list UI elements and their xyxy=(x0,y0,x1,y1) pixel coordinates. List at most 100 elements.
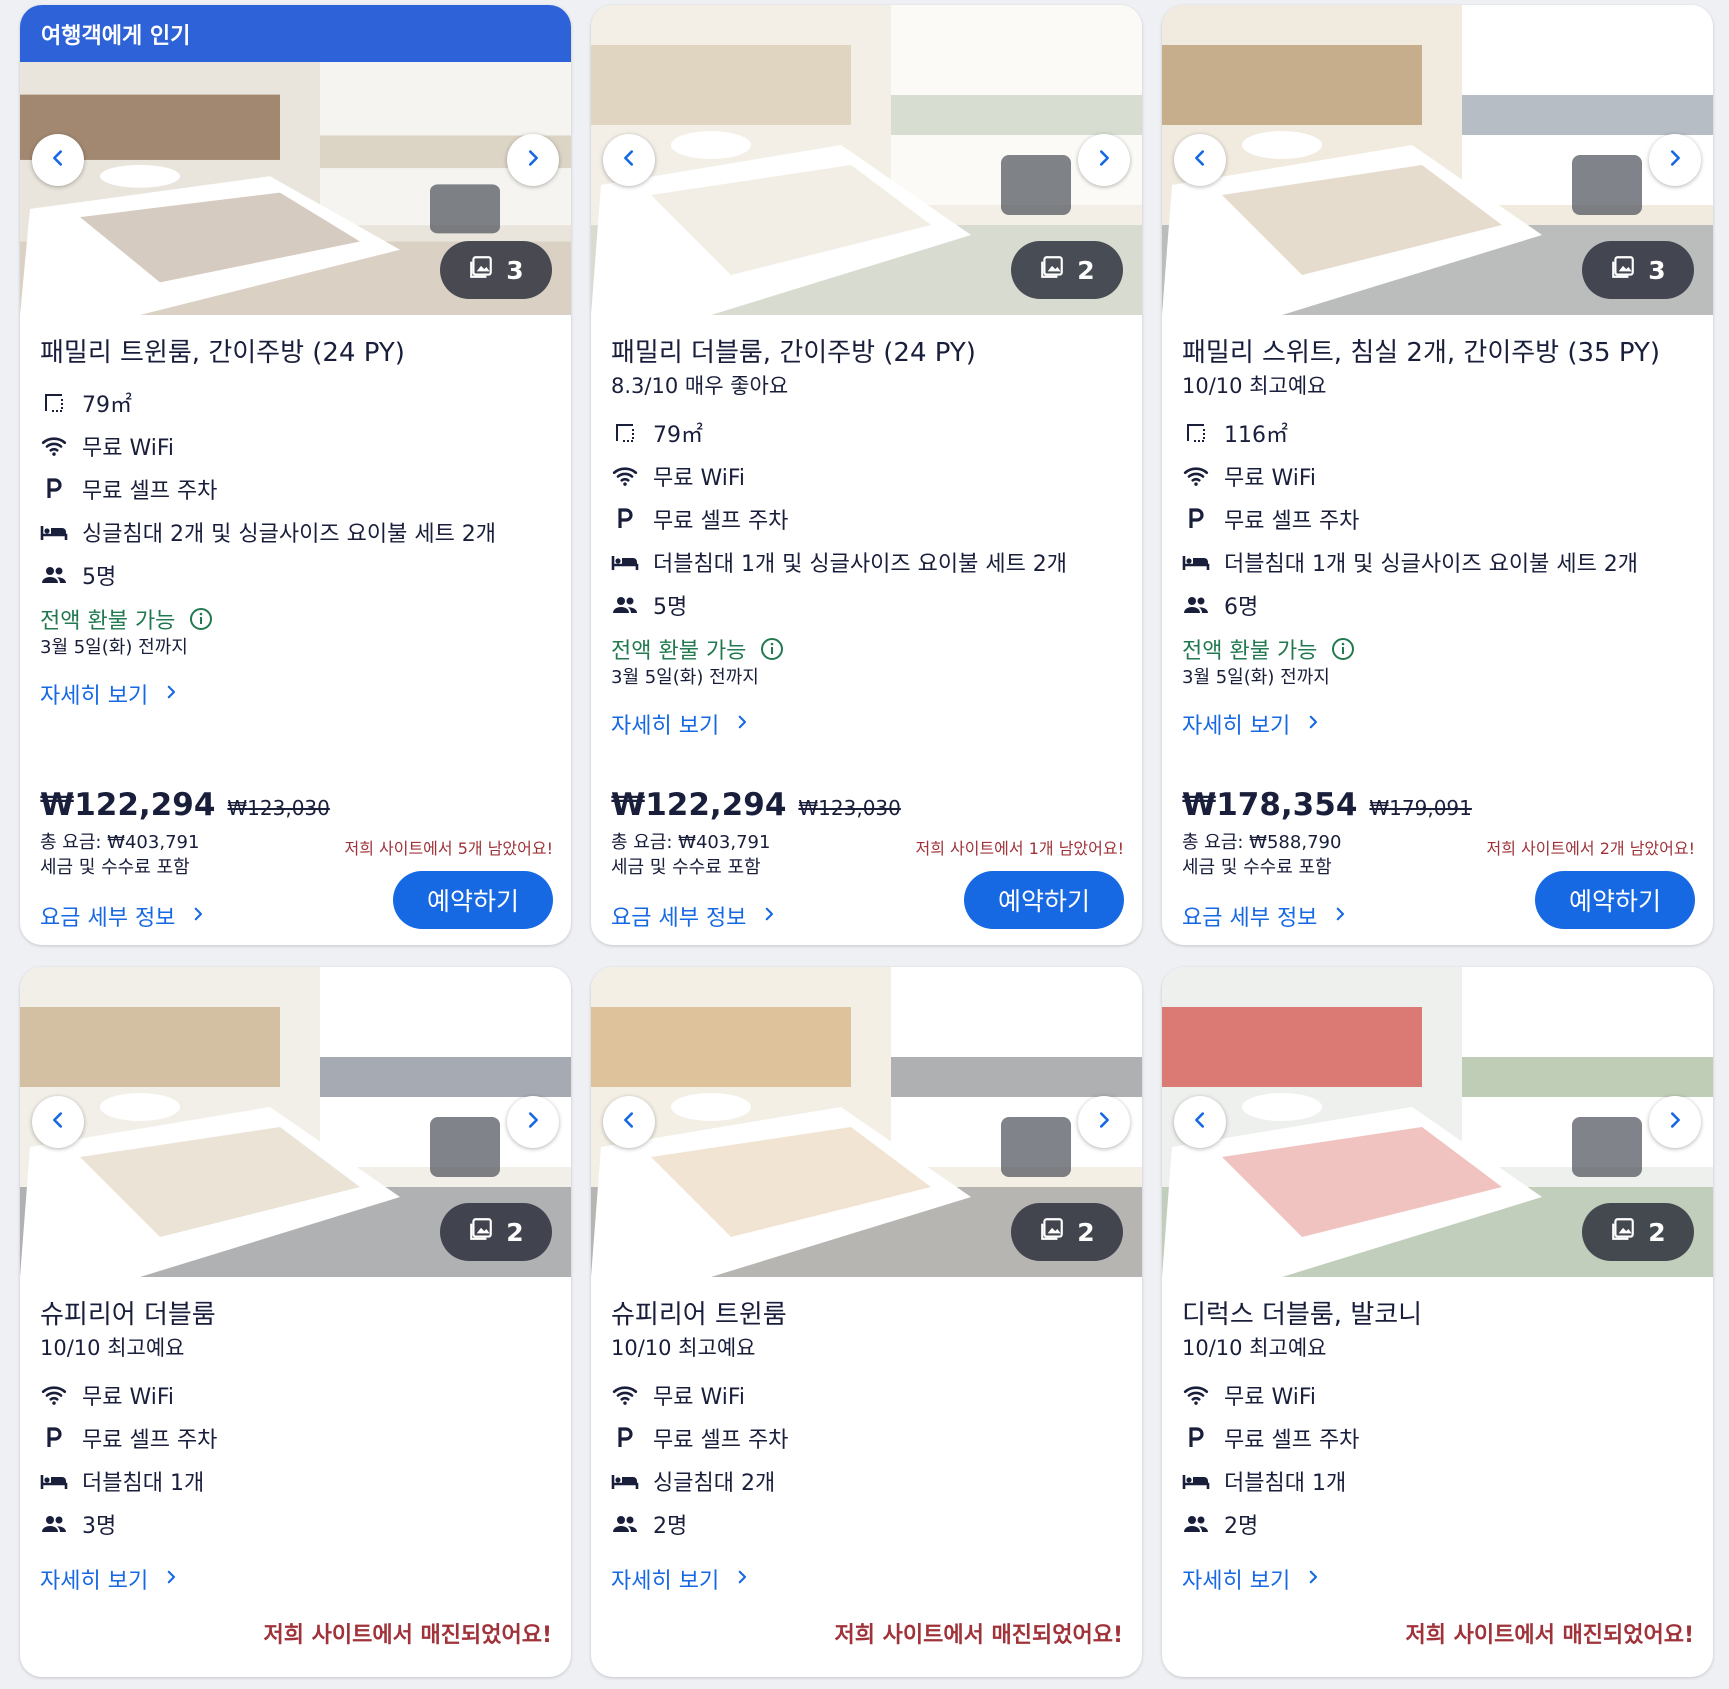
details-link-label: 자세히 보기 xyxy=(1182,714,1291,739)
info-icon[interactable] xyxy=(760,637,784,661)
reserve-button[interactable]: 예약하기 xyxy=(1535,871,1695,929)
original-price: ₩179,091 xyxy=(1369,796,1472,820)
parking-icon xyxy=(1182,1424,1210,1452)
photo-gallery-button[interactable]: 2 xyxy=(1011,241,1123,299)
details-link[interactable]: 자세히 보기 xyxy=(611,708,1124,740)
amenity-guests: 2명 xyxy=(611,1502,1124,1545)
prev-photo-button[interactable] xyxy=(1174,134,1226,186)
reserve-button[interactable]: 예약하기 xyxy=(964,871,1124,929)
photo-gallery-button[interactable]: 2 xyxy=(440,1203,552,1261)
guests-icon xyxy=(40,561,68,589)
bed-icon xyxy=(611,1467,639,1495)
next-photo-button[interactable] xyxy=(1078,134,1130,186)
price-details-link[interactable]: 요금 세부 정보 xyxy=(1182,900,1349,932)
sold-out-notice: 저희 사이트에서 매진되었어요! xyxy=(1405,1623,1694,1648)
amenity-label: 5명 xyxy=(82,564,117,590)
refund-label: 전액 환불 가능 xyxy=(611,639,747,664)
refund-policy: 전액 환불 가능 xyxy=(40,602,553,636)
room-rating: 8.3/10 매우 좋아요 xyxy=(611,374,789,398)
price-details-label: 요금 세부 정보 xyxy=(40,906,176,931)
info-icon[interactable] xyxy=(189,607,213,631)
next-photo-button[interactable] xyxy=(1649,1096,1701,1148)
price-details-link[interactable]: 요금 세부 정보 xyxy=(40,900,207,932)
room-card: 2 패밀리 더블룸, 간이주방 (24 PY) 8.3/10 매우 좋아요 79㎡ 무료… xyxy=(591,5,1142,945)
parking-icon xyxy=(40,1424,68,1452)
photo-gallery-button[interactable]: 2 xyxy=(1582,1203,1694,1261)
room-details: 패밀리 트윈룸, 간이주방 (24 PY) 79㎡ 무료 WiFi 무료 셀프 주차 싱… xyxy=(40,335,553,710)
amenity-list: 무료 WiFi 무료 셀프 주차 더블침대 1개 3명 xyxy=(40,1373,553,1545)
prev-photo-button[interactable] xyxy=(32,1096,84,1148)
prev-photo-button[interactable] xyxy=(1174,1096,1226,1148)
amenity-bed: 더블침대 1개 xyxy=(1182,1459,1695,1502)
amenity-list: 무료 WiFi 무료 셀프 주차 더블침대 1개 2명 xyxy=(1182,1373,1695,1545)
room-grid: 여행객에게 인기 3 패밀리 트윈룸, 간이주방 (24 PY) 79㎡ 무료 WiF… xyxy=(0,0,1729,1689)
amenity-label: 116㎡ xyxy=(1224,422,1288,448)
image-gallery-icon xyxy=(468,254,494,286)
photo-count: 2 xyxy=(1077,1217,1095,1247)
image-gallery-icon xyxy=(1610,1216,1636,1248)
room-card: 2 슈피리어 트윈룸 10/10 최고예요 무료 WiFi 무료 셀프 주차 싱글침대 2… xyxy=(591,967,1142,1677)
room-title: 슈피리어 트윈룸 xyxy=(611,1300,787,1330)
price-details-link[interactable]: 요금 세부 정보 xyxy=(611,900,778,932)
image-gallery-icon xyxy=(1610,254,1636,286)
room-rating: 10/10 최고예요 xyxy=(611,1336,756,1360)
amenity-label: 무료 셀프 주차 xyxy=(1224,508,1360,534)
amenity-label: 무료 WiFi xyxy=(1224,1384,1317,1410)
amenity-label: 싱글침대 2개 xyxy=(653,1470,776,1496)
details-link[interactable]: 자세히 보기 xyxy=(1182,708,1695,740)
chevron-right-icon xyxy=(1664,1109,1686,1135)
prev-photo-button[interactable] xyxy=(603,134,655,186)
room-details: 패밀리 더블룸, 간이주방 (24 PY) 8.3/10 매우 좋아요 79㎡ 무료 … xyxy=(611,335,1124,740)
room-details: 패밀리 스위트, 침실 2개, 간이주방 (35 PY) 10/10 최고예요 11… xyxy=(1182,335,1695,740)
wifi-icon xyxy=(611,1381,639,1409)
price-row: ₩122,294 ₩123,030 xyxy=(40,787,553,823)
amenity-list: 79㎡ 무료 WiFi 무료 셀프 주차 더블침대 1개 및 싱글사이즈 요이불 세트… xyxy=(611,411,1124,626)
reserve-button[interactable]: 예약하기 xyxy=(393,871,553,929)
bed-icon xyxy=(1182,548,1210,576)
chevron-right-icon xyxy=(522,147,544,173)
wifi-icon xyxy=(1182,1381,1210,1409)
chevron-right-icon xyxy=(189,904,207,929)
amenity-label: 싱글침대 2개 및 싱글사이즈 요이불 세트 2개 xyxy=(82,521,497,547)
photo-count: 2 xyxy=(506,1217,524,1247)
next-photo-button[interactable] xyxy=(1649,134,1701,186)
prev-photo-button[interactable] xyxy=(32,134,84,186)
amenity-bed: 더블침대 1개 및 싱글사이즈 요이불 세트 2개 xyxy=(611,540,1124,583)
nightly-price: ₩122,294 xyxy=(611,787,787,823)
amenity-label: 더블침대 1개 및 싱글사이즈 요이불 세트 2개 xyxy=(1224,551,1639,577)
next-photo-button[interactable] xyxy=(507,1096,559,1148)
amenity-label: 더블침대 1개 및 싱글사이즈 요이불 세트 2개 xyxy=(653,551,1068,577)
room-card: 2 디럭스 더블룸, 발코니 10/10 최고예요 무료 WiFi 무료 셀프 주차 더블… xyxy=(1162,967,1713,1677)
sold-out-notice: 저희 사이트에서 매진되었어요! xyxy=(834,1623,1123,1648)
room-rating: 10/10 최고예요 xyxy=(1182,1336,1327,1360)
parking-icon xyxy=(611,1424,639,1452)
details-link[interactable]: 자세히 보기 xyxy=(40,1563,553,1595)
original-price: ₩123,030 xyxy=(798,796,901,820)
room-details: 디럭스 더블룸, 발코니 10/10 최고예요 무료 WiFi 무료 셀프 주차 더블침… xyxy=(1182,1297,1695,1595)
amenity-parking: 무료 셀프 주차 xyxy=(40,467,553,510)
amenity-guests: 6명 xyxy=(1182,583,1695,626)
guests-icon xyxy=(611,1510,639,1538)
photo-gallery-button[interactable]: 2 xyxy=(1011,1203,1123,1261)
amenity-label: 무료 셀프 주차 xyxy=(1224,1427,1360,1453)
photo-gallery-button[interactable]: 3 xyxy=(1582,241,1694,299)
guests-icon xyxy=(1182,1510,1210,1538)
refund-policy: 전액 환불 가능 xyxy=(1182,632,1695,666)
amenity-bed: 싱글침대 2개 xyxy=(611,1459,1124,1502)
amenity-area: 116㎡ xyxy=(1182,411,1695,454)
details-link[interactable]: 자세히 보기 xyxy=(1182,1563,1695,1595)
amenity-wifi: 무료 WiFi xyxy=(1182,454,1695,497)
next-photo-button[interactable] xyxy=(507,134,559,186)
price-details-label: 요금 세부 정보 xyxy=(1182,906,1318,931)
amenity-label: 더블침대 1개 xyxy=(1224,1470,1347,1496)
info-icon[interactable] xyxy=(1331,637,1355,661)
chevron-right-icon xyxy=(1664,147,1686,173)
photo-gallery-button[interactable]: 3 xyxy=(440,241,552,299)
area-icon xyxy=(611,419,639,447)
prev-photo-button[interactable] xyxy=(603,1096,655,1148)
amenity-label: 더블침대 1개 xyxy=(82,1470,205,1496)
details-link[interactable]: 자세히 보기 xyxy=(611,1563,1124,1595)
details-link[interactable]: 자세히 보기 xyxy=(40,678,553,710)
next-photo-button[interactable] xyxy=(1078,1096,1130,1148)
chevron-left-icon xyxy=(47,147,69,173)
